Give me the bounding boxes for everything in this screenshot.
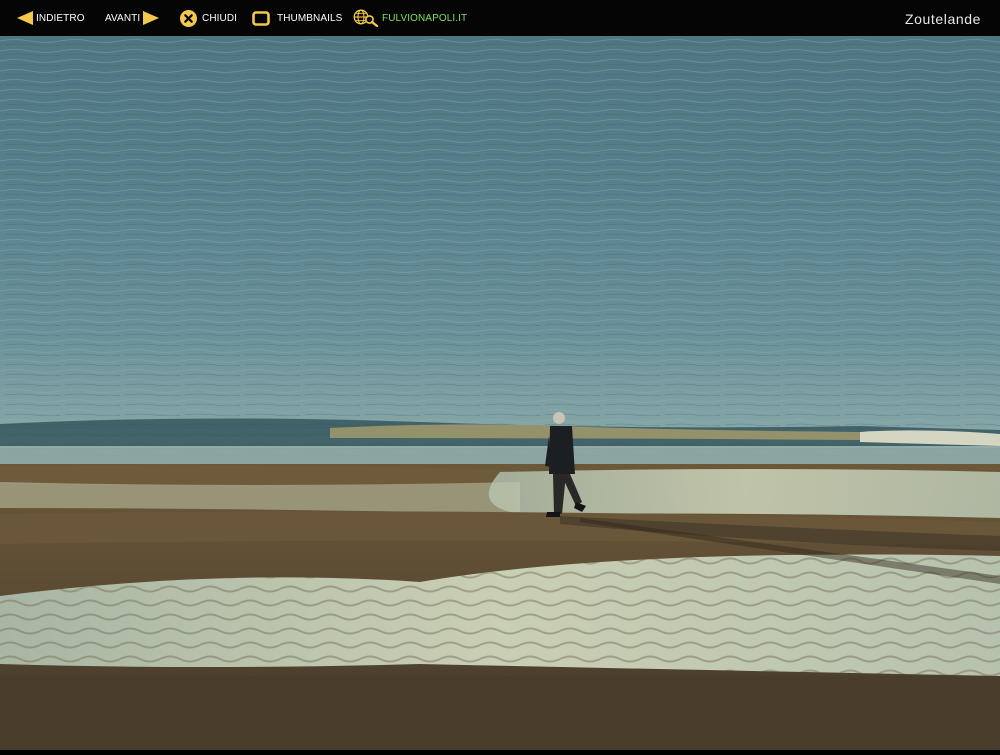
back-button-label: INDIETRO	[36, 12, 85, 24]
next-button[interactable]: AVANTI	[105, 0, 160, 36]
globe-search-icon	[353, 9, 379, 27]
arrow-left-icon	[17, 11, 33, 25]
back-button[interactable]: INDIETRO	[17, 0, 85, 36]
beach-photo-image	[0, 36, 1000, 750]
thumbnails-square-icon	[252, 10, 270, 26]
close-button-label: CHIUDI	[202, 12, 238, 24]
next-button-label: AVANTI	[105, 12, 141, 24]
toolbar: INDIETRO AVANTI CHIUDI THUMBNAILS FULVIO…	[0, 0, 1000, 36]
arrow-right-icon	[143, 11, 160, 25]
close-button[interactable]: CHIUDI	[180, 0, 237, 36]
thumbnails-button[interactable]: THUMBNAILS	[252, 0, 342, 36]
site-link[interactable]: FULVIONAPOLI.IT	[353, 0, 467, 36]
site-link-label: FULVIONAPOLI.IT	[382, 12, 468, 24]
thumbnails-button-label: THUMBNAILS	[277, 12, 343, 24]
photo-title: Zoutelande	[904, 11, 981, 27]
beach-photo	[0, 36, 1000, 750]
close-circle-icon	[180, 9, 197, 27]
